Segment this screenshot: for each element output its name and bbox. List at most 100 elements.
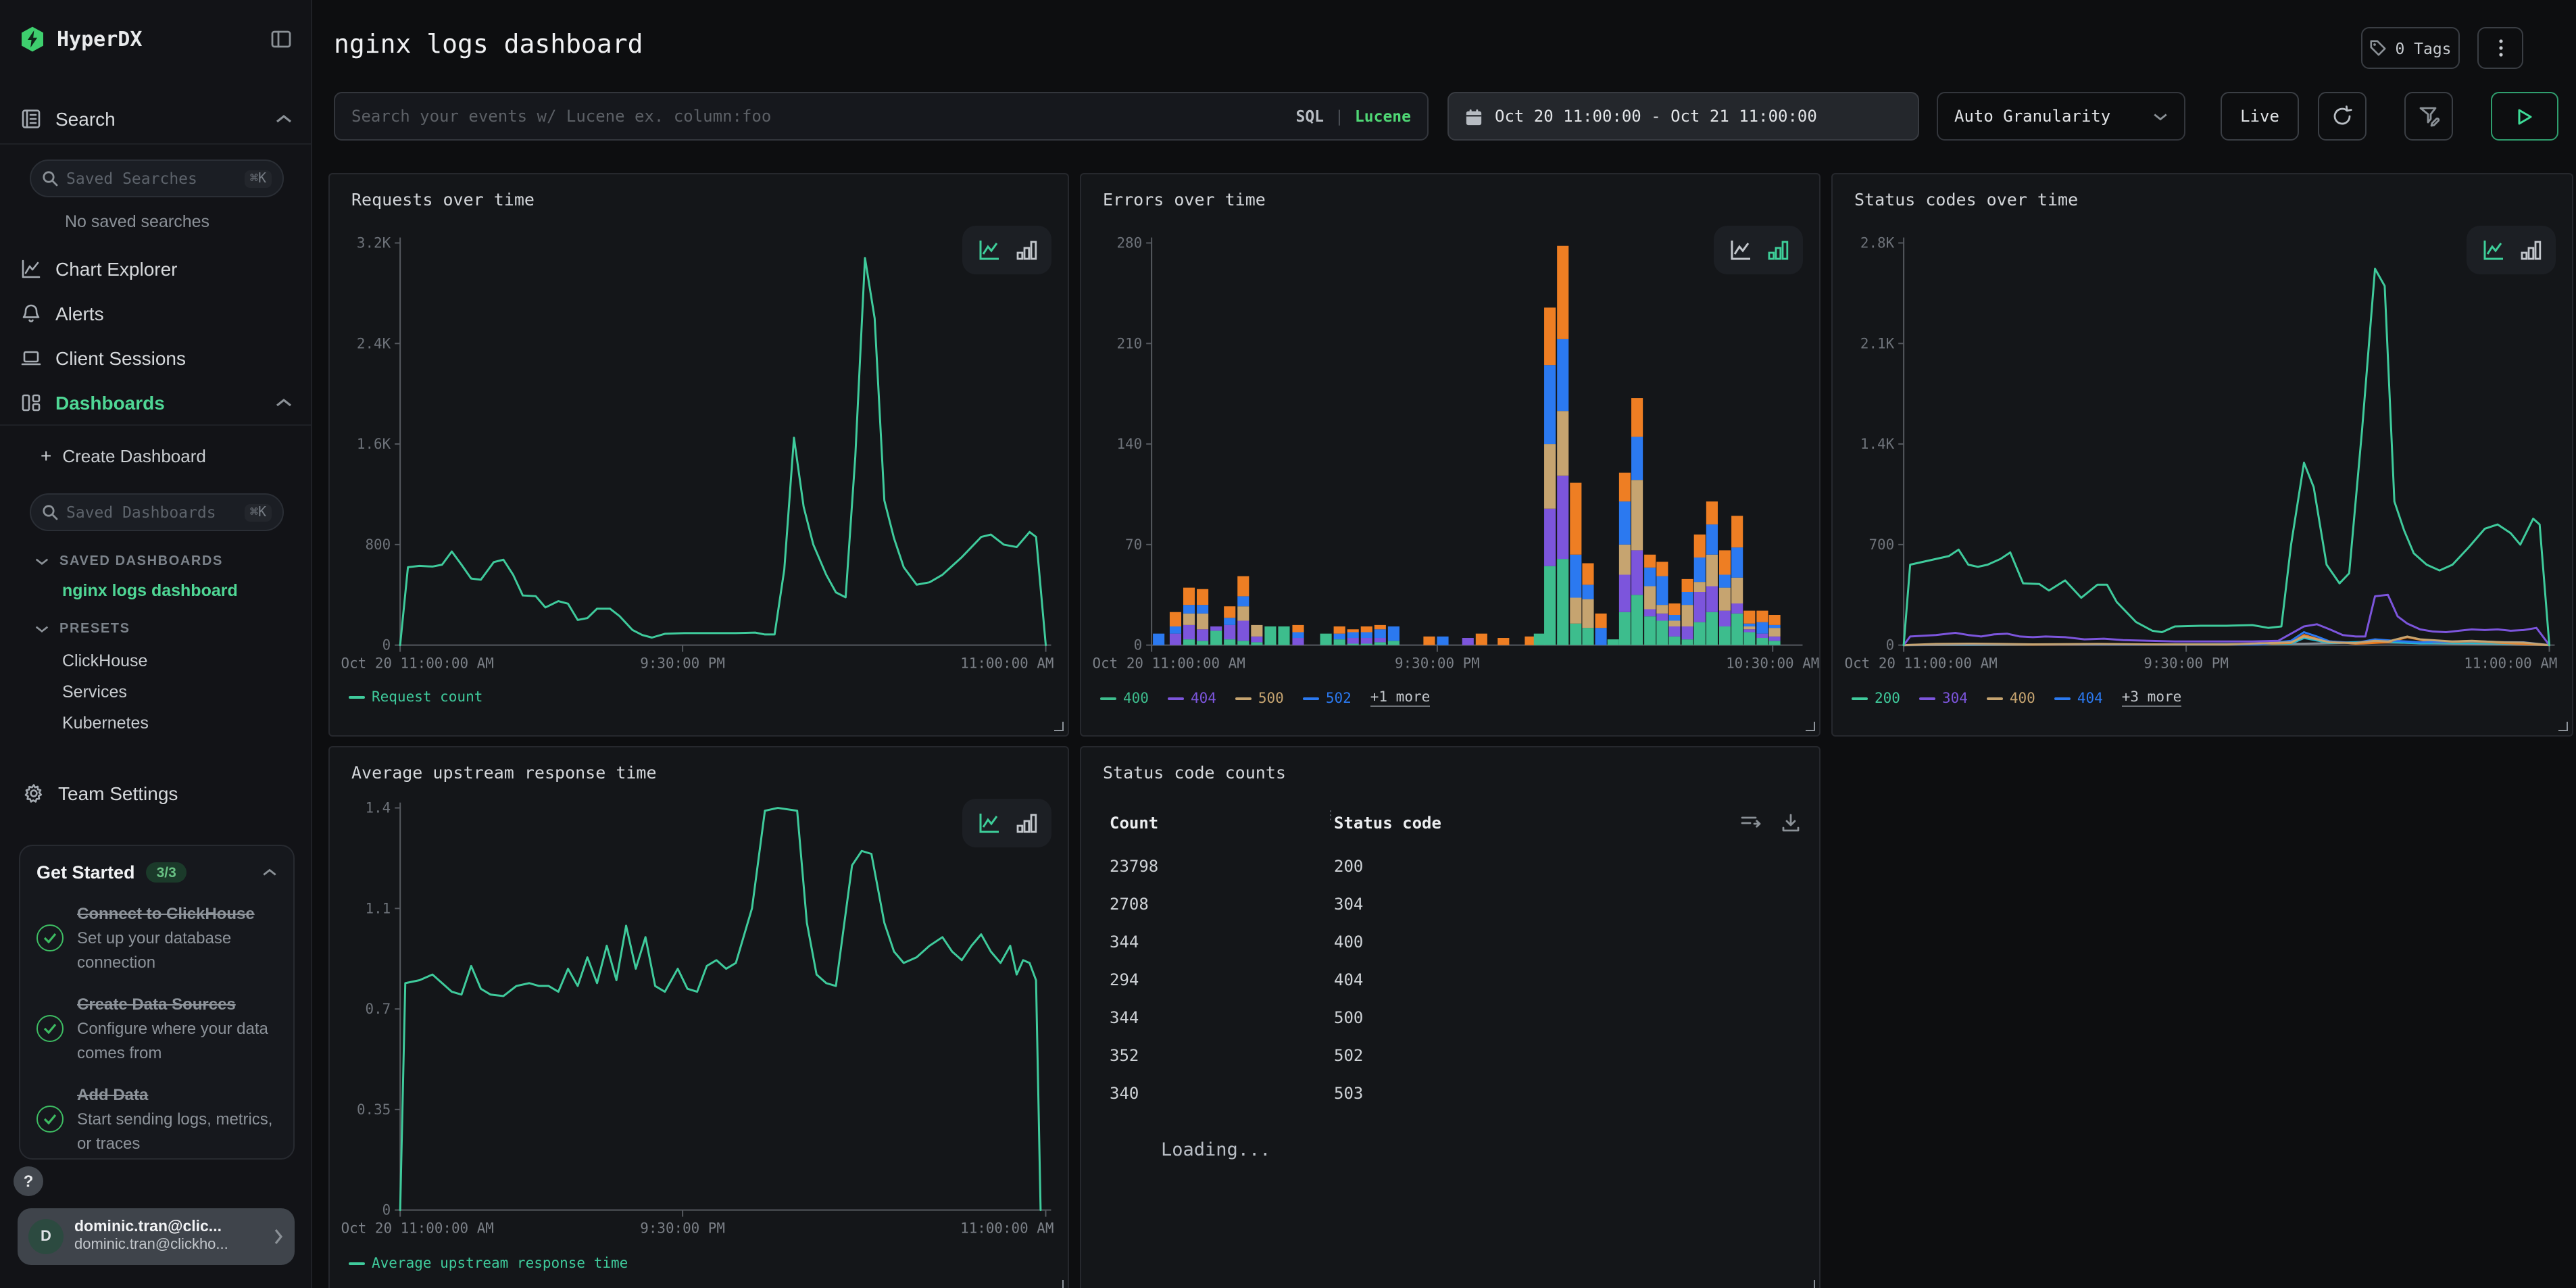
svg-text:210: 210 [1116,335,1142,351]
panel-resize-handle[interactable] [1806,1280,1815,1288]
line-chart-toggle-icon[interactable] [2481,238,2505,262]
shortcut-badge: ⌘K [245,170,272,187]
line-chart-toggle-icon[interactable] [1728,238,1752,262]
table-row[interactable]: 23798200 [1100,847,1800,885]
checklist-item-datasources[interactable]: Create Data Sources Configure where your… [36,992,277,1065]
bar-segment-503 [1170,612,1181,626]
bar-segment-400 [1278,626,1289,645]
bar-chart-toggle-icon[interactable] [2520,238,2542,262]
bar-segment-400 [1743,633,1755,645]
bar-segment-400 [1544,566,1556,645]
chart-legend: Request count [349,689,482,705]
bar-segment-404 [1170,634,1181,645]
sidebar-item-kubernetes[interactable]: Kubernetes [0,714,311,733]
panel-errors-over-time: Errors over time280210140700Oct 20 11:00… [1080,173,1820,737]
sidebar-item-chart-explorer[interactable]: Chart Explorer [0,254,311,284]
legend-more-link[interactable]: +1 more [1370,689,1431,707]
bar-segment-400 [1706,612,1718,645]
column-resize-handle[interactable]: ⋮ [1324,812,1337,819]
saved-dashboards-input[interactable]: Saved Dashboards ⌘K [30,493,284,531]
refresh-button[interactable] [2318,92,2367,141]
chart-canvas: 2.8K2.1K1.4K7000Oct 20 11:00:00 AM9:30:0… [1833,174,2572,735]
svg-text:1.4K: 1.4K [1860,436,1895,452]
sql-mode-toggle[interactable]: SQL [1295,107,1324,126]
bar-segment-503 [1582,563,1593,585]
line-chart-toggle-icon[interactable] [976,238,1001,262]
bar-chart-toggle-icon[interactable] [1016,238,1037,262]
table-row[interactable]: 2708304 [1100,885,1800,923]
checklist-item-connect[interactable]: Connect to ClickHouse Set up your databa… [36,901,277,974]
sidebar-item-team-settings[interactable]: Team Settings [0,778,311,808]
bar-segment-500 [1668,621,1680,627]
table-row[interactable]: 340503 [1100,1074,1800,1112]
chevron-up-icon[interactable] [262,868,277,877]
chart-view-toggle [962,226,1051,274]
chevron-down-icon [35,624,49,633]
download-icon[interactable] [1781,814,1800,833]
sidebar-item-clickhouse[interactable]: ClickHouse [0,651,311,670]
legend-more-link[interactable]: +3 more [2122,689,2182,707]
refresh-icon [2331,105,2353,127]
cell-count: 23798 [1100,857,1334,876]
panel-resize-handle[interactable] [2558,722,2568,731]
panel-resize-handle[interactable] [1054,722,1064,731]
svg-text:11:00:00 AM: 11:00:00 AM [960,655,1054,671]
bar-segment-502 [1437,637,1448,645]
sidebar-item-client-sessions[interactable]: Client Sessions [0,343,311,373]
status-code-table: Count ⋮ Status code 23798200270830434440… [1100,807,1800,1288]
sidebar-item-alerts[interactable]: Alerts [0,299,311,328]
presets-header[interactable]: PRESETS [0,618,311,639]
table-row[interactable]: 344400 [1100,923,1800,961]
lucene-mode-toggle[interactable]: Lucene [1355,107,1411,126]
chart-view-toggle [2467,226,2556,274]
saved-searches-input[interactable]: Saved Searches ⌘K [30,159,284,197]
bar-segment-502 [1170,626,1181,634]
bar-segment-502 [1619,501,1631,545]
tags-button[interactable]: 0 Tags [2361,27,2460,69]
panel-resize-handle[interactable] [1054,1280,1064,1288]
filter-button[interactable] [2404,92,2453,141]
sidebar-item-nginx-dashboard[interactable]: nginx logs dashboard [0,581,311,600]
bar-segment-502 [1361,633,1372,639]
table-row[interactable]: 352502 [1100,1037,1800,1074]
panel-resize-handle[interactable] [1806,722,1815,731]
checklist-item-add-data[interactable]: Add Data Start sending logs, metrics, or… [36,1083,277,1156]
bar-chart-toggle-icon[interactable] [1016,811,1037,835]
main-content: nginx logs dashboard 0 Tags Search your … [312,0,2576,1288]
bar-segment-502 [1682,592,1693,605]
bar-segment-503 [1224,606,1235,618]
column-header-status-code[interactable]: Status code [1334,814,1441,833]
cell-status-code: 502 [1334,1046,1363,1065]
run-query-button[interactable] [2491,92,2558,141]
saved-dashboards-header[interactable]: SAVED DASHBOARDS [0,550,311,572]
chart-view-toggle [1714,226,1803,274]
event-search-input[interactable]: Search your events w/ Lucene ex. column:… [334,92,1429,141]
sidebar-section-search[interactable]: Search [0,103,311,135]
chart-canvas: 3.2K2.4K1.6K8000Oct 20 11:00:00 AM9:30:0… [330,174,1068,735]
bar-chart-toggle-icon[interactable] [1767,238,1789,262]
create-dashboard-button[interactable]: + Create Dashboard [0,442,311,469]
live-button[interactable]: Live [2221,92,2299,141]
user-menu[interactable]: D dominic.tran@clic... dominic.tran@clic… [18,1208,295,1265]
date-range-picker[interactable]: Oct 20 11:00:00 - Oct 21 11:00:00 [1447,92,1919,141]
sidebar-item-services[interactable]: Services [0,683,311,701]
help-button[interactable]: ? [14,1166,43,1196]
bar-segment-502 [1570,555,1581,598]
bar-segment-400 [1694,622,1706,645]
column-header-count[interactable]: Count [1100,814,1334,833]
bar-segment-500 [1631,480,1643,550]
chevron-down-icon [2153,112,2168,121]
bar-segment-500 [1731,578,1743,603]
user-name: dominic.tran@clic... [74,1218,262,1237]
granularity-select[interactable]: Auto Granularity [1937,92,2185,141]
line-chart-toggle-icon[interactable] [976,811,1001,835]
table-row[interactable]: 294404 [1100,961,1800,999]
legend-item: 200 [1852,690,1900,706]
sidebar-item-dashboards[interactable]: Dashboards [0,388,311,418]
svg-text:9:30:00 PM: 9:30:00 PM [1395,655,1480,671]
collapse-sidebar-icon[interactable] [270,28,292,50]
table-row[interactable]: 344500 [1100,999,1800,1037]
more-options-button[interactable] [2477,27,2523,69]
saved-searches-placeholder: Saved Searches [66,169,237,188]
column-settings-icon[interactable] [1741,814,1762,833]
